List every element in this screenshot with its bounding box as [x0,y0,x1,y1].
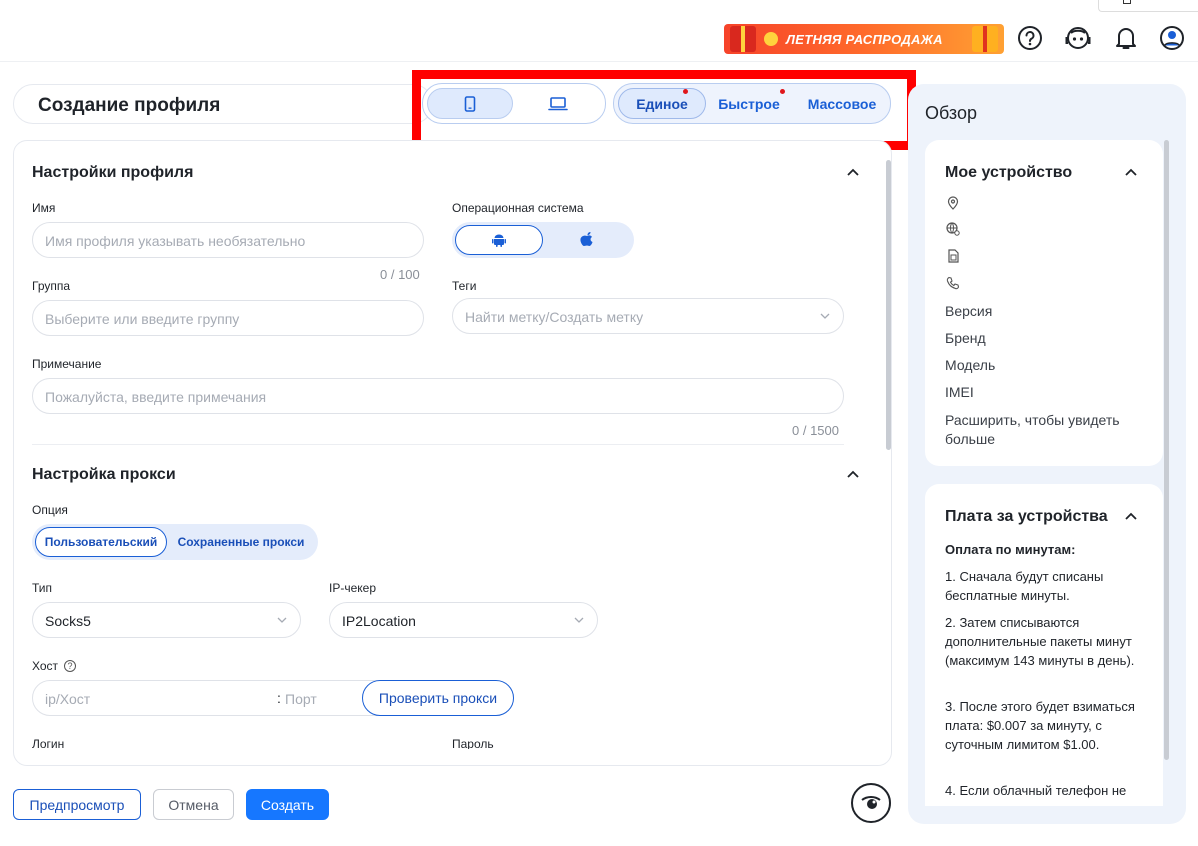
note-placeholder: Пожалуйста, введите примечания [45,389,267,405]
saved-proxy-option[interactable]: Сохраненные прокси [170,527,312,557]
phone-device-option[interactable] [427,88,513,119]
profile-settings-title: Настройки профиля [32,164,194,181]
fee-item: 4. Если облачный телефон не используется… [945,783,1127,806]
support-icon[interactable] [1064,24,1092,52]
host-label: Хост [32,659,59,673]
fee-item: 3. После этого будет взиматься плата: $0… [945,699,1135,752]
location-icon [946,196,960,210]
collapse-chevron-icon[interactable] [845,466,861,482]
fee-item: 1. Сначала будут списаны бесплатные мину… [945,569,1104,603]
eye-icon [861,796,881,809]
proxy-type-select[interactable]: Socks5 [32,602,301,638]
device-type-switch[interactable] [422,83,606,124]
expand-more-link[interactable]: Расширить, чтобы увидеть больше [945,411,1135,449]
overview-title: Обзор [925,103,977,123]
chevron-down-icon [574,617,584,623]
tags-select[interactable]: Найти метку/Создать метку [452,298,844,334]
tags-label: Теги [452,279,477,293]
help-tooltip-icon[interactable]: ? [64,660,76,672]
custom-proxy-option[interactable]: Пользовательский [35,527,167,557]
password-label: Пароль [452,737,494,749]
phone-icon [464,95,476,112]
top-bar: ЛЕТНЯЯ РАСПРОДАЖА [0,0,1198,62]
sim-icon [946,249,960,263]
summer-sale-banner[interactable]: ЛЕТНЯЯ РАСПРОДАЖА [724,24,1004,54]
ip-checker-value: IP2Location [342,613,416,629]
android-option[interactable] [455,225,543,255]
group-input[interactable]: Выберите или введите группу [32,300,424,336]
user-icon[interactable] [1158,24,1186,52]
tags-placeholder: Найти метку/Создать метку [465,309,644,325]
page-title-bar: Создание профиля [13,84,433,124]
page-title: Создание профиля [38,95,221,116]
port-separator: : [277,690,281,706]
new-badge-dot [683,89,688,94]
globe-icon [946,222,960,236]
ip-checker-label: IP-чекер [329,581,376,595]
eye-toggle-button[interactable] [851,783,891,823]
check-proxy-button[interactable]: Проверить прокси [362,680,514,716]
name-placeholder: Имя профиля указывать необязательно [45,233,306,249]
mode-quick-tab[interactable]: Быстрое [710,88,788,119]
proxy-option-switch[interactable]: Пользовательский Сохраненные прокси [32,524,318,560]
device-model: Модель [945,357,996,373]
preview-button[interactable]: Предпросмотр [13,789,141,820]
gift-icon [730,26,756,52]
device-fee-title: Плата за устройства [945,508,1108,525]
phone-call-icon [946,276,960,290]
name-label: Имя [32,201,56,215]
os-switch[interactable] [452,222,634,258]
port-placeholder: Порт [285,691,317,707]
host-placeholder: ip/Хост [45,691,91,707]
type-label: Тип [32,581,53,595]
my-device-title: Мое устройство [945,164,1073,181]
desktop-device-option[interactable] [515,88,601,119]
device-imei: IMEI [945,384,974,400]
gift-icon [972,26,998,52]
ios-option[interactable] [543,225,631,255]
android-icon [492,234,506,247]
group-placeholder: Выберите или введите группу [45,311,240,327]
form-scrollbar[interactable] [886,160,891,450]
option-label: Опция [32,503,68,517]
profile-name-input[interactable]: Имя профиля указывать необязательно [32,222,424,258]
os-label: Операционная система [452,201,584,215]
collapse-chevron-icon[interactable] [845,164,861,180]
note-char-counter: 0 / 1500 [792,423,839,438]
coin-icon [764,32,778,46]
apple-icon [580,232,593,246]
collapse-chevron-icon[interactable] [1123,164,1139,180]
mode-single-tab[interactable]: Единое [618,88,706,119]
creation-mode-switch[interactable]: Единое Быстрое Массовое [613,83,891,124]
promo-label: ЛЕТНЯЯ РАСПРОДАЖА [786,32,943,47]
cancel-button[interactable]: Отмена [153,789,234,820]
bell-icon[interactable] [1112,24,1140,52]
create-button[interactable]: Создать [246,789,329,820]
proxy-settings-title: Настройка прокси [32,466,176,483]
laptop-icon [548,96,568,110]
group-label: Группа [32,279,71,293]
ip-checker-select[interactable]: IP2Location [329,602,598,638]
window-controls[interactable] [1098,0,1198,12]
section-divider [32,444,844,445]
note-input[interactable]: Пожалуйста, введите примечания [32,378,844,414]
name-char-counter: 0 / 100 [380,267,420,282]
device-version: Версия [945,303,993,319]
mode-bulk-tab[interactable]: Массовое [796,88,888,119]
note-label: Примечание [32,357,102,371]
proxy-type-value: Socks5 [45,613,91,629]
fee-item: 2. Затем списываются дополнительные паке… [945,615,1135,668]
help-icon[interactable] [1016,24,1044,52]
overview-scrollbar[interactable] [1164,140,1169,760]
new-badge-dot [780,89,785,94]
fee-heading: Оплата по минутам: [945,542,1076,557]
collapse-chevron-icon[interactable] [1123,508,1139,524]
chevron-down-icon [277,617,287,623]
login-label: Логин [32,737,65,749]
device-brand: Бренд [945,330,986,346]
chevron-down-icon [820,313,830,319]
maximize-icon[interactable] [1123,0,1131,4]
